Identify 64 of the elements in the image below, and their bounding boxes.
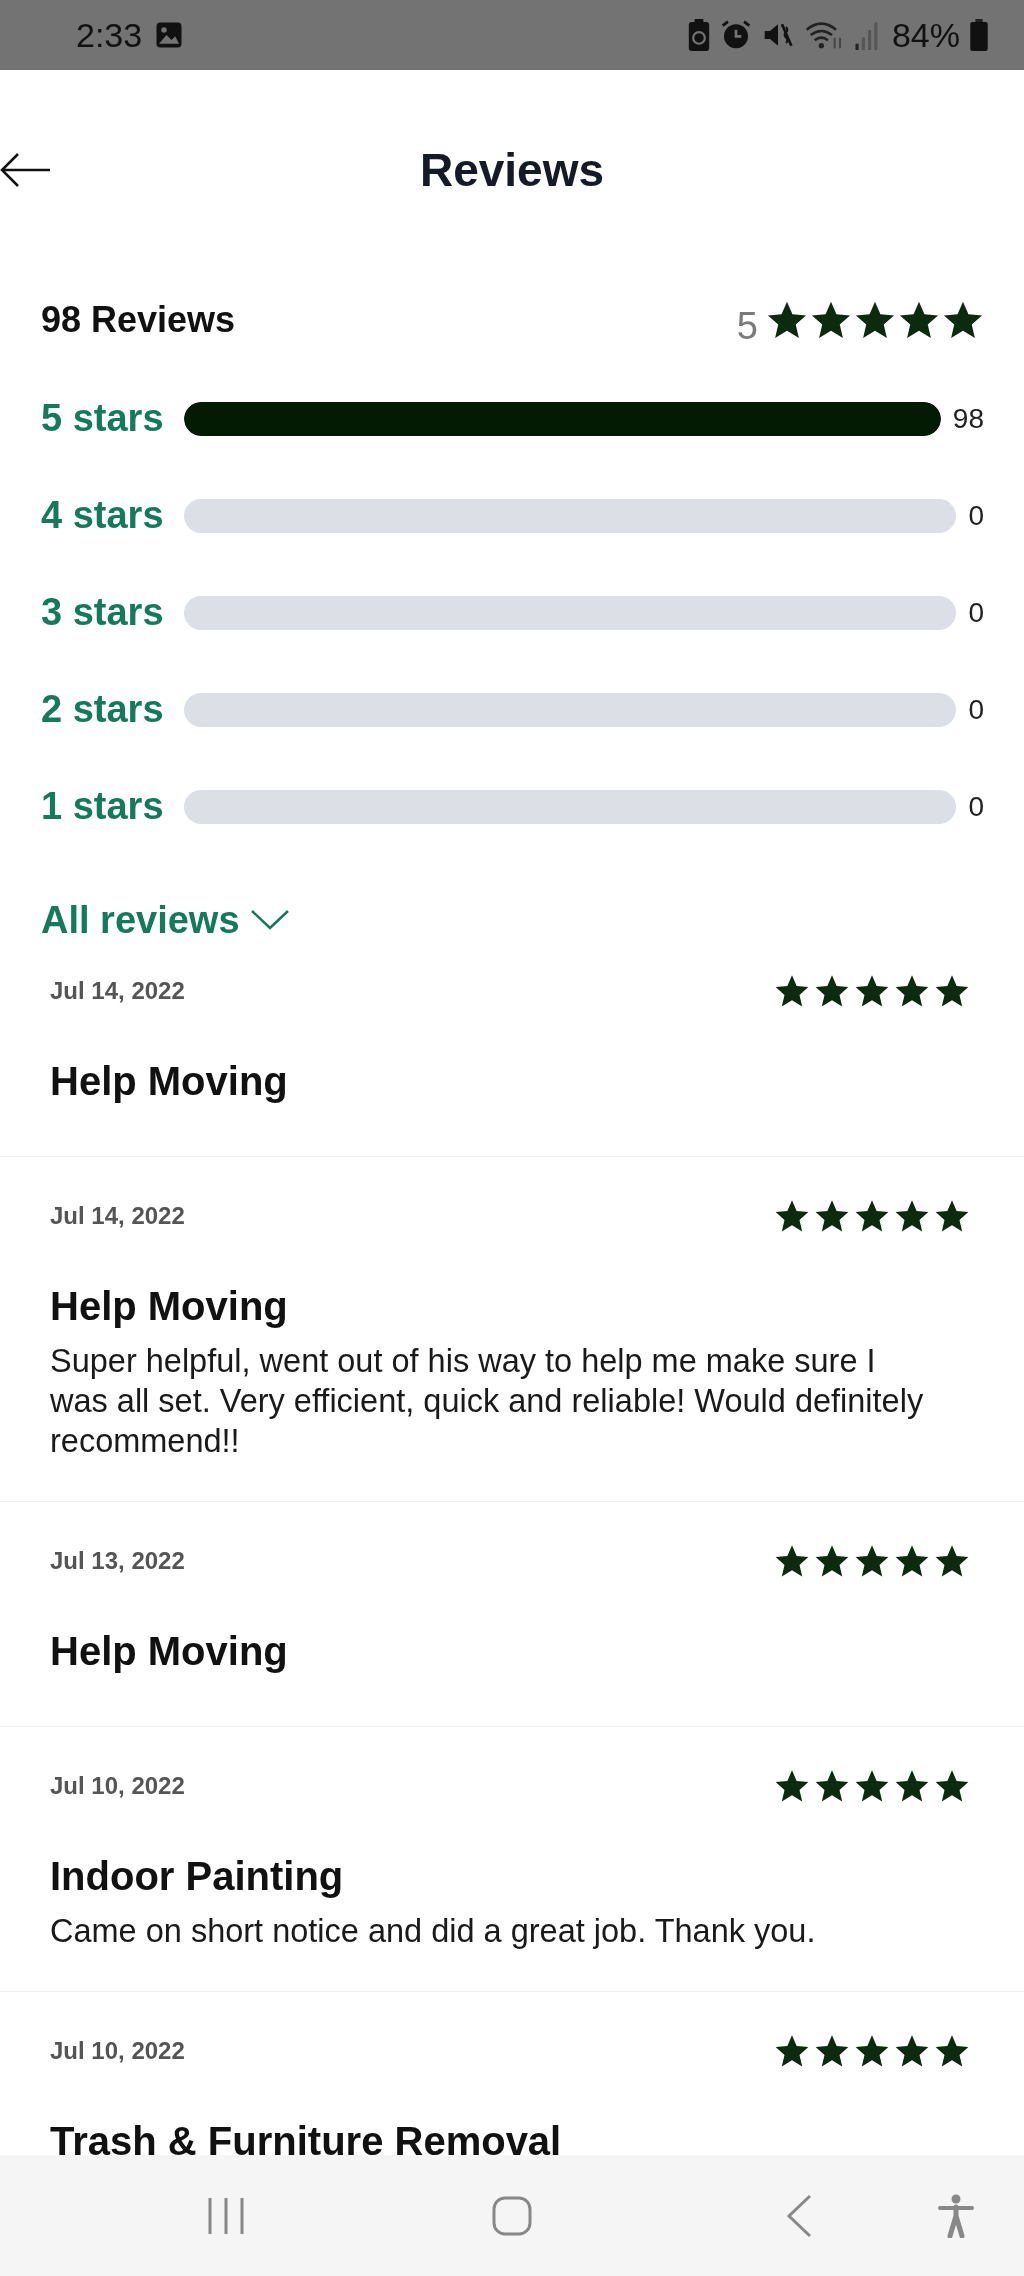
review-text: Came on short notice and did a great job. Thank you.: [50, 1912, 817, 1951]
star-icon: [854, 973, 890, 1009]
star-icon: [894, 1768, 930, 1804]
star-icon: [894, 973, 930, 1009]
review-title: Help Moving: [50, 1283, 289, 1330]
star-icon: [894, 1543, 930, 1579]
battery-saver-icon: [687, 19, 710, 51]
rating-label: 4 stars: [41, 494, 164, 537]
reviews-filter-dropdown[interactable]: All reviews: [41, 880, 290, 960]
star-icon: [934, 1768, 970, 1804]
alarm-icon: [719, 19, 752, 51]
star-icon: [854, 1768, 890, 1804]
rating-label: 3 stars: [41, 591, 164, 634]
rating-count: 98: [952, 402, 984, 435]
star-icon: [934, 1198, 970, 1234]
battery-percent: 84%: [891, 15, 960, 55]
home-button[interactable]: [492, 2195, 532, 2236]
image-icon: [154, 20, 185, 50]
star-icon: [934, 973, 970, 1009]
star-icon: [854, 2033, 890, 2069]
review-date: Jul 10, 2022: [50, 2037, 185, 2065]
review-title: Help Moving: [50, 1628, 289, 1675]
star-icon: [814, 2033, 850, 2069]
star-icon: [774, 1198, 810, 1234]
review-title: Trash & Furniture Removal: [50, 2118, 563, 2165]
rating-label: 5 stars: [41, 397, 164, 440]
rating-count: 0: [968, 790, 984, 823]
review-date: Jul 10, 2022: [50, 1772, 185, 1800]
rating-label: 1 stars: [41, 785, 164, 828]
star-icon: [774, 2033, 810, 2069]
star-icon: [814, 973, 850, 1009]
star-icon: [894, 2033, 930, 2069]
back-button[interactable]: [0, 152, 52, 188]
star-icon: [774, 1543, 810, 1579]
star-icon: [854, 1198, 890, 1234]
average-rating: 5: [736, 304, 758, 348]
battery-icon: [970, 19, 988, 51]
review-date: Jul 14, 2022: [50, 977, 185, 1005]
star-icon: [894, 1198, 930, 1234]
rating-label: 2 stars: [41, 688, 164, 731]
wifi-icon: [803, 19, 844, 51]
star-icon: [934, 1543, 970, 1579]
review-title: Indoor Painting: [50, 1853, 345, 1900]
page-title: Reviews: [419, 143, 605, 197]
star-icon: [774, 973, 810, 1009]
star-icon: [854, 1543, 890, 1579]
rating-count: 0: [968, 499, 984, 532]
review-count: 98 Reviews: [41, 299, 236, 341]
review-text: Super helpful, went out of his way to help me make sure I was all set. Very efficient, quick and reliable! Would definitely recommend!!: [50, 1342, 925, 1461]
star-icon: [814, 1198, 850, 1234]
recent-apps-button[interactable]: [206, 2195, 246, 2236]
rating-count: 0: [968, 596, 984, 629]
clock: 2:33: [76, 15, 143, 55]
review-date: Jul 13, 2022: [50, 1547, 185, 1575]
star-icon: [814, 1543, 850, 1579]
accessibility-button[interactable]: [938, 2193, 974, 2238]
review-date: Jul 14, 2022: [50, 1202, 185, 1230]
rating-count: 0: [968, 693, 984, 726]
star-icon: [774, 1768, 810, 1804]
star-icon: [814, 1768, 850, 1804]
review-title: Help Moving: [50, 1058, 289, 1105]
chevron-down-icon: [249, 908, 290, 932]
star-icon: [934, 2033, 970, 2069]
back-nav-button[interactable]: [786, 2193, 812, 2238]
